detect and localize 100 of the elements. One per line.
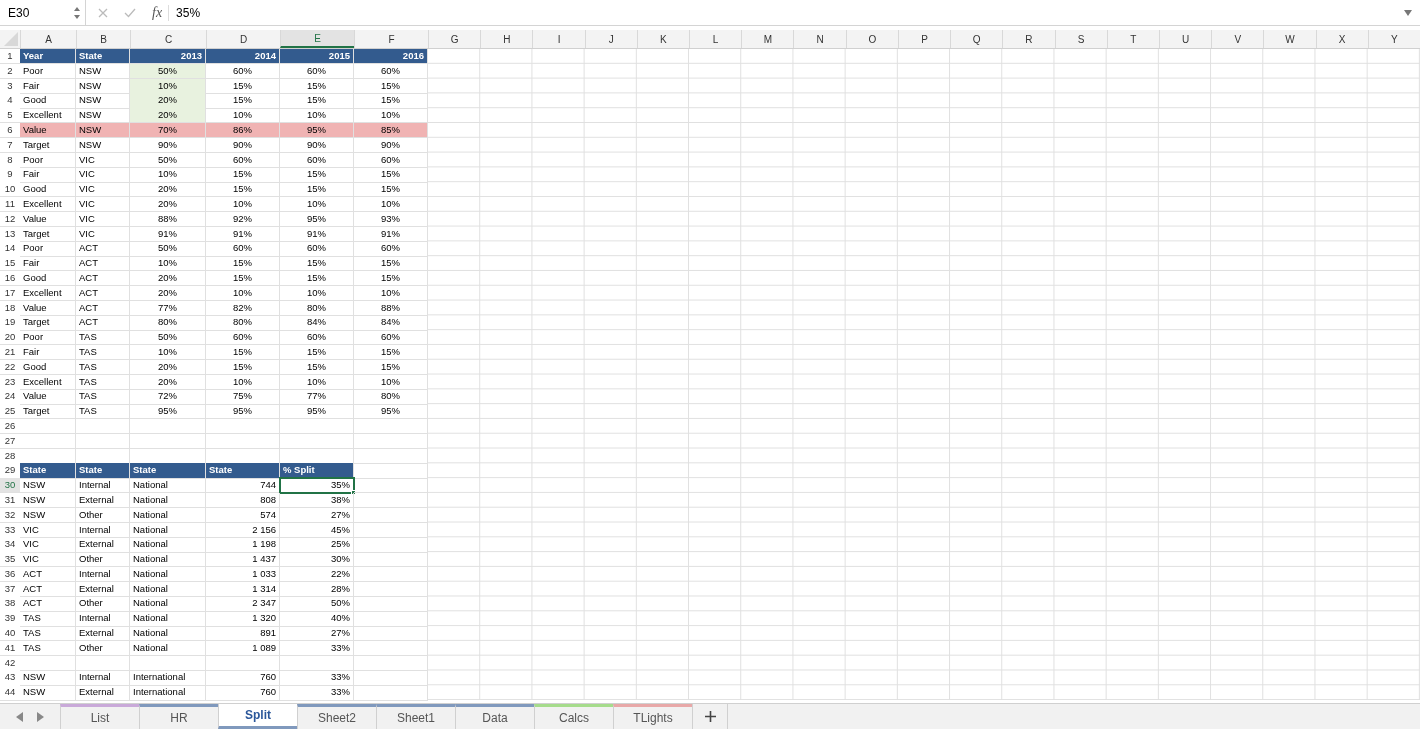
sheet-tab[interactable]: Split (218, 704, 297, 729)
table-cell: National (130, 522, 206, 538)
table-cell: 95% (130, 404, 206, 420)
table-cell: Other (76, 507, 130, 523)
table-cell: NSW (20, 478, 76, 494)
table-cell: Internal (76, 670, 130, 686)
column-header[interactable]: N (793, 30, 846, 48)
table-cell: National (130, 478, 206, 494)
table-cell: 10% (130, 344, 206, 361)
table-cell: Good (20, 93, 76, 109)
table-cell: 27% (280, 507, 354, 523)
previous-arrow-icon[interactable] (16, 711, 23, 722)
column-header[interactable]: H (480, 30, 533, 48)
table-cell: External (76, 537, 130, 553)
column-header[interactable]: R (1002, 30, 1055, 48)
table-cell: 1 198 (206, 537, 280, 553)
table-cell: 60% (206, 152, 280, 168)
column-header[interactable]: B (76, 30, 130, 48)
table-cell: 95% (280, 404, 354, 420)
sheet-tab[interactable]: List (60, 704, 139, 729)
column-header[interactable]: A (20, 30, 76, 48)
column-header[interactable]: K (636, 30, 690, 48)
add-sheet-button[interactable] (692, 704, 728, 729)
column-header[interactable]: U (1158, 30, 1212, 48)
table-cell: 91% (280, 226, 354, 242)
selected-cell[interactable]: 35% (280, 478, 354, 494)
fill-handle[interactable] (351, 490, 356, 496)
table-cell: 20% (130, 285, 206, 301)
column-header[interactable]: S (1054, 30, 1107, 48)
row-number[interactable]: 40 (0, 626, 20, 642)
column-header[interactable]: P (897, 30, 951, 48)
column-heading: State (206, 463, 280, 479)
table-cell: 15% (206, 256, 280, 272)
table-cell: 90% (130, 137, 206, 154)
table-cell: Other (76, 596, 130, 612)
table-cell: 574 (206, 507, 280, 523)
table-cell: ACT (76, 241, 130, 257)
table-cell: National (130, 492, 206, 509)
column-header[interactable]: T (1106, 30, 1159, 48)
caret-icon[interactable] (1404, 9, 1412, 16)
cancel-icon[interactable] (98, 7, 108, 18)
row-number[interactable]: 25 (0, 404, 20, 420)
column-header[interactable]: G (428, 30, 481, 48)
column-heading: 2015 (280, 49, 354, 65)
table-cell: 1 314 (206, 581, 280, 597)
sheet-tab[interactable]: Sheet1 (376, 704, 455, 729)
table-cell: 2 156 (206, 522, 280, 538)
name-box[interactable]: E30 (0, 0, 86, 25)
sheet-tab[interactable]: Data (455, 704, 534, 729)
function-label[interactable]: fx (152, 2, 163, 23)
table-cell: 20% (130, 182, 206, 198)
sheet-tab[interactable]: TLights (613, 704, 692, 729)
row-number[interactable]: 15 (0, 256, 20, 272)
table-cell: TAS (76, 359, 130, 375)
table-cell: 60% (280, 63, 354, 80)
table-cell: External (76, 492, 130, 509)
table-cell: 20% (130, 196, 206, 213)
column-header[interactable]: Y (1367, 30, 1420, 48)
row-number[interactable]: 35 (0, 552, 20, 568)
table-cell: TAS (20, 611, 76, 627)
table-cell: NSW (20, 492, 76, 509)
table-cell: 75% (206, 389, 280, 405)
column-header[interactable]: Q (950, 30, 1003, 48)
row-number[interactable]: 30 (0, 478, 20, 494)
table-cell: Fair (20, 344, 76, 361)
column-header[interactable]: E (280, 30, 354, 48)
check-icon[interactable] (124, 7, 136, 18)
column-header[interactable]: M (741, 30, 794, 48)
row-number[interactable]: 20 (0, 330, 20, 346)
formula-value[interactable]: 35% (176, 3, 1404, 22)
row-number[interactable]: 10 (0, 182, 20, 198)
sheet-tab[interactable]: Sheet2 (297, 704, 376, 729)
column-heading: State (76, 463, 130, 479)
table-cell: Poor (20, 330, 76, 346)
sheet-tab[interactable]: Calcs (534, 704, 613, 729)
row-number[interactable]: 44 (0, 685, 20, 701)
table-cell: Internal (76, 611, 130, 627)
stepper-icon[interactable] (73, 5, 81, 20)
plus-icon (704, 711, 716, 722)
table-cell: 10% (280, 374, 354, 390)
column-header[interactable]: F (354, 30, 428, 48)
column-header[interactable]: I (532, 30, 585, 48)
column-header[interactable]: C (130, 30, 206, 48)
table-cell: 15% (280, 256, 354, 272)
row-number[interactable]: 5 (0, 108, 20, 124)
table-cell: Target (20, 404, 76, 420)
table-cell: 88% (130, 211, 206, 227)
table-cell: Fair (20, 167, 76, 183)
table-cell: Poor (20, 241, 76, 257)
column-header[interactable]: V (1211, 30, 1264, 48)
table-cell: Fair (20, 78, 76, 94)
column-heading: 2016 (354, 49, 428, 65)
next-arrow-icon[interactable] (37, 711, 44, 722)
table-cell: ACT (76, 256, 130, 272)
column-header[interactable]: L (689, 30, 742, 48)
column-header[interactable]: X (1315, 30, 1368, 48)
table-cell: 15% (206, 182, 280, 198)
column-header[interactable]: W (1263, 30, 1316, 48)
column-header[interactable]: O (845, 30, 898, 48)
column-header[interactable]: J (584, 30, 637, 48)
